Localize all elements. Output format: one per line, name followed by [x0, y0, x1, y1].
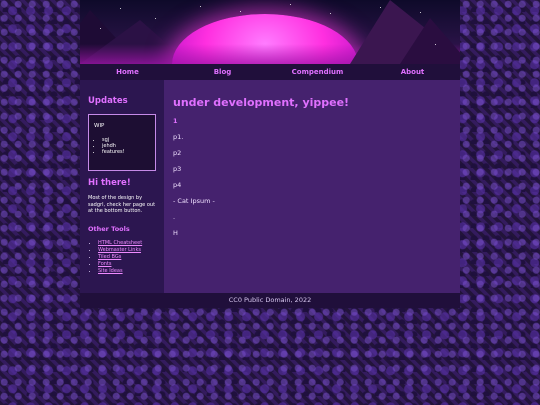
- page-title: under development, yippee!: [173, 96, 350, 109]
- main-content: under development, yippee! 1 p1. p2 p3 p…: [164, 80, 460, 293]
- tools-list: HTML Cheatsheet Webmaster Links Tiled BG…: [90, 240, 142, 275]
- list-item: Fonts: [98, 261, 142, 268]
- nav-about-link[interactable]: About: [365, 64, 460, 80]
- hello-text: Most of the design by sadgrl, check her …: [88, 195, 156, 214]
- tool-link-webmaster-links[interactable]: Webmaster Links: [98, 247, 141, 253]
- tool-link-tiled-bgs[interactable]: Tiled BGs: [98, 254, 121, 260]
- list-item: Tiled BGs: [98, 254, 142, 261]
- content-line: p1.: [173, 133, 184, 141]
- list-item: features!: [102, 149, 125, 155]
- list-item: Site Ideas: [98, 268, 142, 275]
- footer-text: CC0 Public Domain, 2022: [228, 296, 312, 304]
- hello-heading: Hi there!: [88, 178, 131, 188]
- page-wrapper: Home Blog Compendium About Updates WIP s…: [80, 0, 460, 308]
- list-item: Webmaster Links: [98, 247, 142, 254]
- content-line: H: [173, 229, 178, 237]
- list-item: HTML Cheatsheet: [98, 240, 142, 247]
- tool-link-fonts[interactable]: Fonts: [98, 261, 112, 267]
- content-line: p3: [173, 165, 182, 173]
- header-banner: [80, 0, 460, 64]
- updates-box: WIP sgj jehdh features!: [88, 114, 156, 171]
- tool-link-site-ideas[interactable]: Site Ideas: [98, 268, 123, 274]
- tool-link-html-cheatsheet[interactable]: HTML Cheatsheet: [98, 240, 142, 246]
- content-line: - Cat Ipsum -: [173, 197, 215, 205]
- tools-heading: Other Tools: [88, 225, 130, 233]
- nav-home-link[interactable]: Home: [80, 64, 175, 80]
- updates-heading: Updates: [88, 96, 128, 106]
- nav-compendium-link[interactable]: Compendium: [270, 64, 365, 80]
- sidebar: Updates WIP sgj jehdh features! Hi there…: [80, 80, 164, 293]
- main-nav: Home Blog Compendium About: [80, 64, 460, 80]
- nav-blog-link[interactable]: Blog: [175, 64, 270, 80]
- content-line[interactable]: 1: [173, 117, 178, 125]
- footer: CC0 Public Domain, 2022: [80, 293, 460, 308]
- content-line: p4: [173, 181, 182, 189]
- wip-label: WIP: [94, 123, 105, 129]
- content-line: .: [173, 213, 176, 221]
- content-line: p2: [173, 149, 182, 157]
- wip-list: sgj jehdh features!: [94, 137, 125, 155]
